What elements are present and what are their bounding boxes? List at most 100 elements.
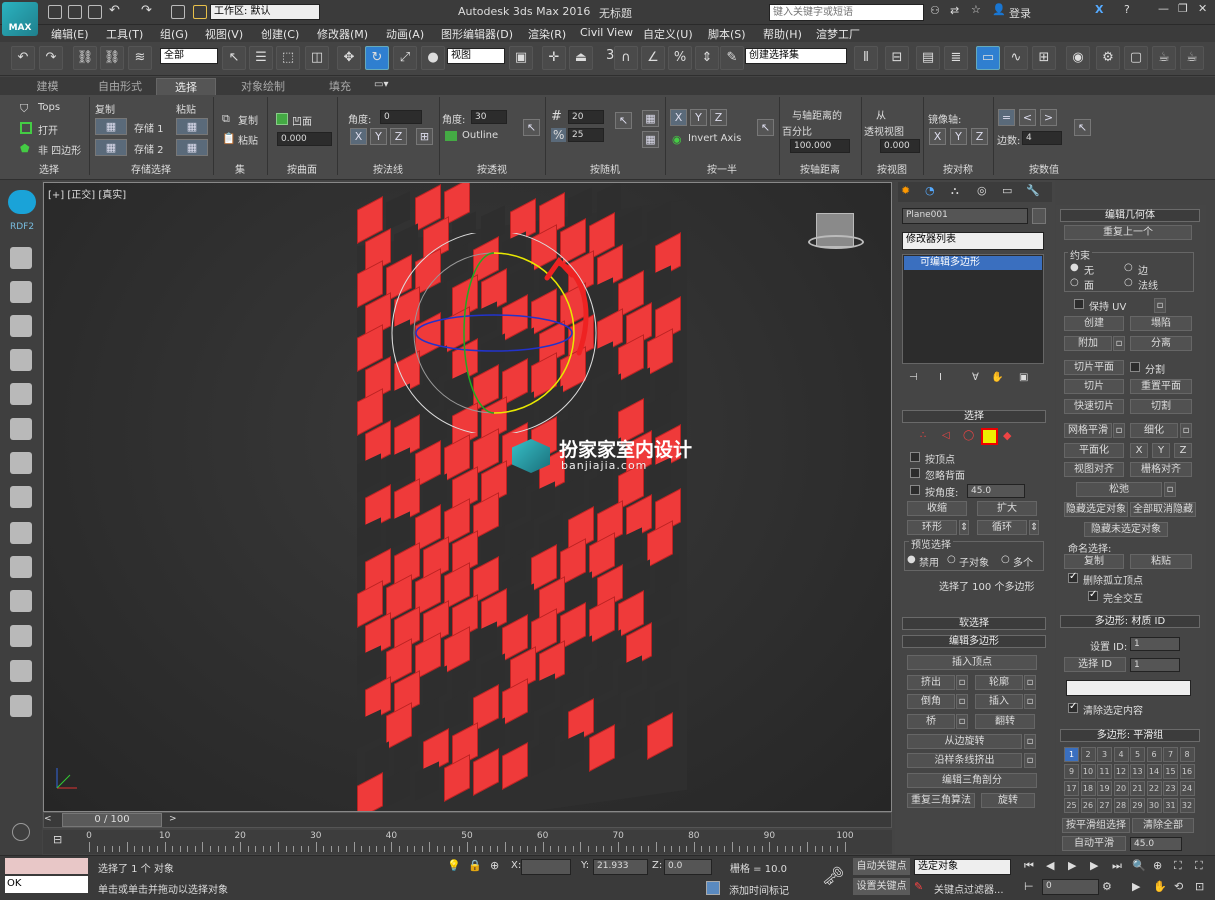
store2-copy-button[interactable]: ▦ [95,139,127,156]
constraint-edge-radio[interactable]: ○ [1124,262,1133,273]
smoothing-group-19[interactable]: 19 [1097,781,1112,796]
edit-named-selection-icon[interactable]: ✎ [720,46,744,70]
tab-modeling[interactable]: 建模 [10,78,85,95]
ring-spinner[interactable]: ⇕ [959,520,969,535]
perspective-angle-spinner[interactable]: 30 [471,110,507,124]
current-frame-field[interactable]: 0 [1042,879,1099,895]
hide-unselected-button[interactable]: 隐藏未选定对象 [1084,522,1168,537]
smoothing-group-14[interactable]: 14 [1146,764,1162,779]
orbit-icon[interactable]: ⟲ [1174,880,1183,893]
camera-icon[interactable] [10,556,32,578]
smoothing-group-2[interactable]: 2 [1080,747,1096,762]
constraint-none-radio[interactable]: ● [1070,262,1079,273]
timer-icon[interactable] [12,823,30,841]
menu-rendering[interactable]: 渲染(R) [528,26,566,42]
isolate-selection-icon[interactable]: 💡 [447,859,461,872]
sides-spinner[interactable]: 4 [1022,131,1062,145]
meshsmooth-settings-button[interactable]: ▫ [1113,423,1125,438]
relax-button[interactable]: 松弛 [1076,482,1162,497]
normal-x-button[interactable]: X [350,128,367,145]
window-crossing-icon[interactable]: ◫ [305,46,329,70]
extrude-spline-settings-button[interactable]: ▫ [1024,753,1036,768]
time-prev-icon[interactable]: < [44,814,58,824]
vertex-mode-icon[interactable]: ∴ [920,430,926,441]
plane-icon[interactable] [10,418,32,440]
track-bar[interactable]: ⊟ 0 10 20 30 40 50 60 70 80 90 100 [43,830,892,854]
smoothing-group-8[interactable]: 8 [1179,747,1195,762]
view-align-button[interactable]: 视图对齐 [1064,462,1124,477]
make-planar-button[interactable]: 平面化 [1064,443,1124,458]
smoothing-group-31[interactable]: 31 [1163,798,1178,813]
viewport-front[interactable]: [+] [正交] [真实] 扮家家室内设计 banjiajia.com [43,182,892,812]
preserve-uv-checkbox[interactable] [1074,299,1084,309]
symmetry-x-button[interactable]: X [929,128,946,145]
pan-icon[interactable]: ✋ [1153,880,1167,893]
smoothing-group-9[interactable]: 9 [1064,764,1079,779]
login-link[interactable]: 登录 [1009,5,1031,21]
store2-paste-button[interactable]: ▦ [176,139,208,156]
select-id-spinner[interactable]: 1 [1130,658,1180,672]
rect-selection-icon[interactable]: ⬚ [276,46,300,70]
mirror-icon[interactable]: ⫴ [854,46,878,70]
numeric-select-icon[interactable]: ↖ [1074,119,1091,136]
edge-mode-icon[interactable]: ◁ [942,430,950,441]
material-editor-icon[interactable]: ◉ [1066,46,1090,70]
menu-views[interactable]: 视图(V) [205,26,243,42]
unhide-all-button[interactable]: 全部取消隐藏 [1130,502,1196,517]
select-object-icon[interactable]: ↖ [222,46,246,70]
normal-y-button[interactable]: Y [370,128,387,145]
make-unique-icon[interactable]: ∀ [972,372,979,383]
constraint-face-radio[interactable]: ○ [1070,277,1079,288]
axis-distance-spinner[interactable]: 100.000 [790,139,850,153]
add-time-tag-button[interactable]: 添加时间标记 [729,882,789,897]
shrink-button[interactable]: 收缩 [907,501,967,516]
random-percent-icon[interactable]: % [551,128,567,142]
menu-edit[interactable]: 编辑(E) [51,26,89,42]
cut-button[interactable]: 切割 [1130,399,1192,414]
absolute-mode-icon[interactable]: ⊕ [490,859,499,872]
store1-paste-button[interactable]: ▦ [176,118,208,135]
tessellate-button[interactable]: 细化 [1130,423,1178,438]
open-button[interactable]: 打开 [38,122,58,137]
auto-smooth-button[interactable]: 自动平滑 [1062,836,1126,851]
render-setup-icon[interactable]: ⚙ [1096,46,1120,70]
half-z-button[interactable]: Z [710,109,727,126]
symmetry-y-button[interactable]: Y [950,128,967,145]
detach-button[interactable]: 分离 [1130,336,1192,351]
help-icon[interactable]: ? [1124,3,1130,16]
goto-start-icon[interactable]: ⏮ [1024,859,1034,873]
meshsmooth-button[interactable]: 网格平滑 [1064,423,1112,438]
pivot-center-icon[interactable]: ▣ [509,46,533,70]
x-coord-field[interactable] [521,859,571,875]
set-id-spinner[interactable]: 1 [1130,637,1180,651]
smoothing-group-5[interactable]: 5 [1130,747,1145,762]
extrude-button[interactable]: 挤出 [907,675,955,690]
smoothing-group-15[interactable]: 15 [1163,764,1178,779]
set-paste-button[interactable]: 粘贴 [238,132,258,147]
hide-selected-button[interactable]: 隐藏选定对象 [1064,502,1128,517]
play-icon[interactable]: ▶ [1068,859,1076,872]
unlink-icon[interactable]: ⛓ [100,46,124,70]
tab-selection[interactable]: 选择 [156,78,216,95]
remove-modifier-icon[interactable]: ✋ [991,372,1003,383]
new-file-icon[interactable] [48,5,62,19]
by-angle-spinner[interactable]: 45.0 [967,484,1025,498]
invert-axis-button[interactable]: Invert Axis [688,133,741,144]
smoothing-group-1[interactable]: 1 [1064,747,1079,762]
time-next-icon[interactable]: > [169,814,177,824]
split-checkbox[interactable] [1130,362,1140,372]
z-coord-field[interactable]: 0.0 [664,859,712,875]
random-count-spinner[interactable]: 20 [568,110,604,124]
set-key-icon[interactable]: 🗝 [822,866,845,887]
surface-value-spinner[interactable]: 0.000 [277,132,332,146]
motion-tab-icon[interactable]: ◎ [977,184,987,197]
named-selection-set-select[interactable]: 创建选择集 [745,48,847,64]
search-input[interactable] [769,4,924,21]
slice-plane-button[interactable]: 切片平面 [1064,360,1124,375]
inset-button[interactable]: 插入 [975,694,1023,709]
bridge-button[interactable]: 桥 [907,714,955,729]
rotate-icon[interactable]: ↻ [365,46,389,70]
smoothing-group-25[interactable]: 25 [1064,798,1079,813]
bevel-button[interactable]: 倒角 [907,694,955,709]
tab-freeform[interactable]: 自由形式 [85,78,155,95]
